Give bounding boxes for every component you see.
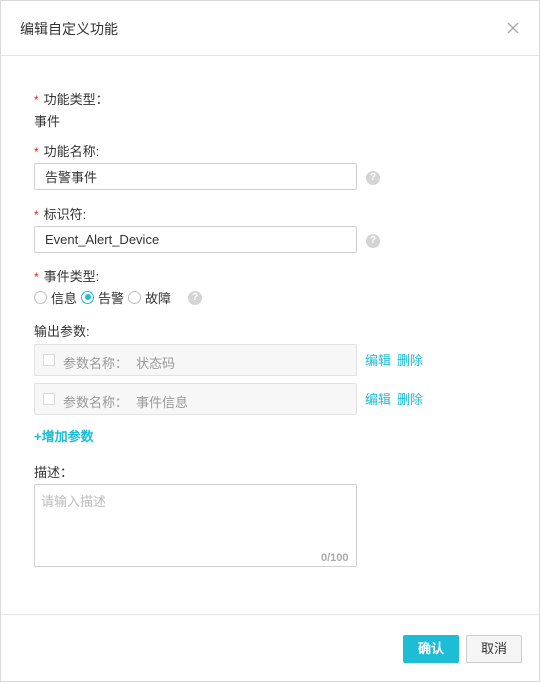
param-edit-link[interactable]: 编辑	[365, 350, 391, 369]
param-name: 参数名称： 状态码	[63, 356, 176, 371]
param-checkbox[interactable]	[43, 393, 55, 405]
event-type-radio-group: 信息 告警 故障	[34, 288, 175, 306]
radio-circle[interactable]	[128, 290, 142, 304]
param-delete-link[interactable]: 删除	[397, 389, 423, 408]
help-icon[interactable]: ?	[188, 291, 202, 305]
help-icon[interactable]: ?	[366, 234, 380, 248]
identifier-label: * 标识符:	[34, 207, 87, 222]
param-delete-link[interactable]: 删除	[397, 350, 423, 369]
radio-alert[interactable]: 告警	[81, 288, 124, 307]
event-type-label: * 事件类型:	[34, 269, 100, 284]
confirm-button[interactable]: 确认	[403, 635, 459, 663]
radio-fault[interactable]: 故障	[128, 288, 171, 307]
radio-circle-checked[interactable]	[81, 290, 95, 304]
edit-function-dialog: 编辑自定义功能 *功能类型： 事件 *功能名称: ? *标识符: ? *事件类型…	[0, 0, 540, 682]
required-mark: *	[34, 93, 39, 107]
param-row: 参数名称： 状态码	[34, 344, 357, 376]
cancel-button[interactable]: 取消	[466, 635, 522, 663]
dialog-footer: 确认 取消	[1, 614, 539, 683]
char-counter: 0/100	[321, 552, 349, 564]
help-icon[interactable]: ?	[366, 171, 380, 185]
radio-info[interactable]: 信息	[34, 288, 77, 307]
param-edit-link[interactable]: 编辑	[365, 389, 391, 408]
add-param-link[interactable]: +增加参数	[34, 426, 94, 445]
output-params-label: 输出参数:	[34, 324, 90, 339]
function-name-input[interactable]	[34, 163, 357, 190]
required-mark: *	[34, 270, 39, 284]
dialog-title: 编辑自定义功能	[20, 21, 118, 37]
close-icon[interactable]	[506, 21, 520, 35]
identifier-input[interactable]	[34, 226, 357, 253]
param-checkbox[interactable]	[43, 354, 55, 366]
required-mark: *	[34, 208, 39, 222]
function-type-label: * 功能类型：	[34, 92, 109, 107]
param-name: 参数名称： 事件信息	[63, 395, 189, 410]
function-name-label: * 功能名称:	[34, 144, 100, 159]
function-type-value: 事件	[34, 114, 61, 129]
dialog-header: 编辑自定义功能	[1, 1, 539, 56]
description-textarea[interactable]	[34, 484, 357, 567]
param-row: 参数名称： 事件信息	[34, 383, 357, 415]
required-mark: *	[34, 145, 39, 159]
description-label: 描述：	[34, 465, 74, 480]
radio-circle[interactable]	[34, 290, 47, 304]
